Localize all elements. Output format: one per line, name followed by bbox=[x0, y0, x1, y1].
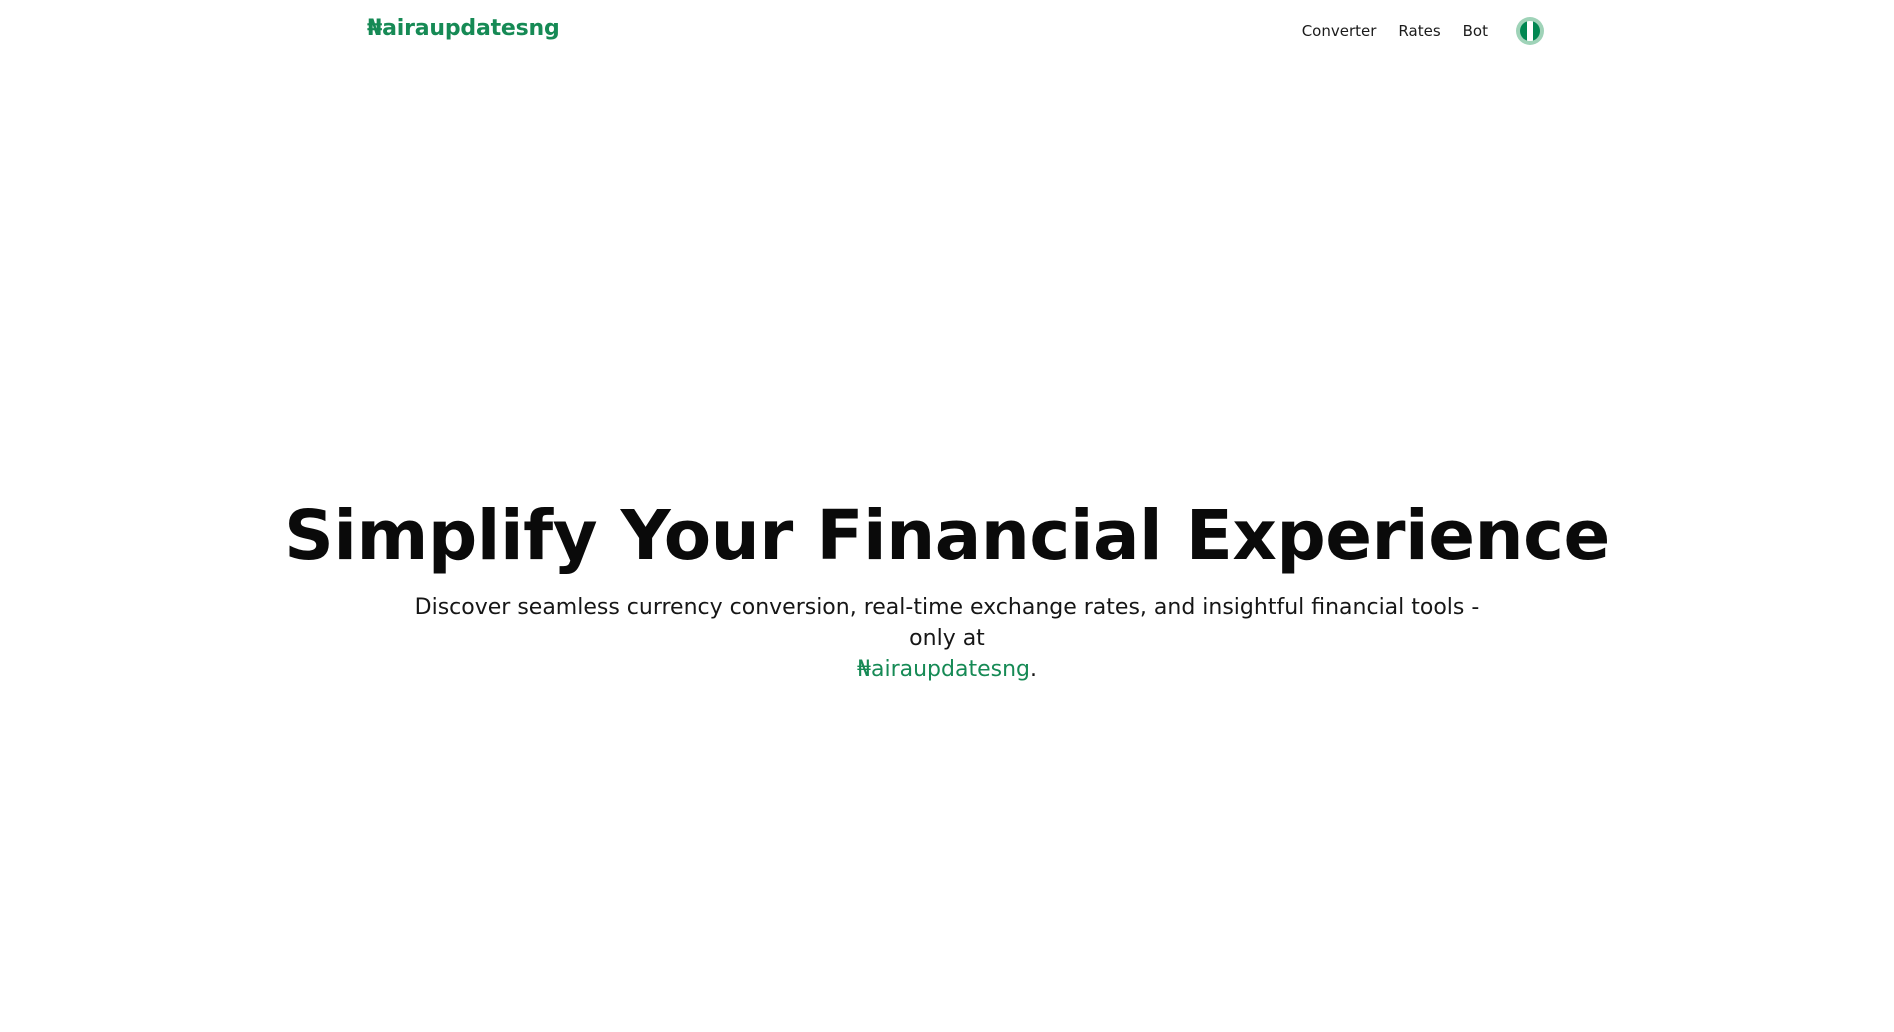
nav-link-rates[interactable]: Rates bbox=[1398, 22, 1440, 40]
hero-subtitle-text: Discover seamless currency conversion, r… bbox=[414, 595, 1480, 651]
hero-subtitle: Discover seamless currency conversion, r… bbox=[407, 592, 1487, 685]
brand-logo-link[interactable]: ₦airaupdatesng bbox=[367, 16, 560, 41]
nigeria-flag-icon[interactable] bbox=[1516, 17, 1544, 45]
nav-link-bot[interactable]: Bot bbox=[1463, 22, 1488, 40]
flag-stripe-right bbox=[1533, 21, 1540, 41]
main-nav: Converter Rates Bot bbox=[1302, 14, 1544, 48]
page: ₦airaupdatesng Converter Rates Bot Simpl… bbox=[0, 0, 1894, 1032]
flag-stripe-left bbox=[1520, 21, 1527, 41]
nav-link-converter[interactable]: Converter bbox=[1302, 22, 1377, 40]
hero-brand-name: ₦airaupdatesng bbox=[856, 657, 1030, 682]
flag-stripes bbox=[1520, 21, 1540, 41]
hero-title: Simplify Your Financial Experience bbox=[284, 496, 1610, 576]
flag-stripe-middle bbox=[1526, 21, 1534, 41]
navbar: ₦airaupdatesng Converter Rates Bot bbox=[0, 0, 1894, 62]
hero-subtitle-period: . bbox=[1030, 657, 1037, 682]
hero-section: Simplify Your Financial Experience Disco… bbox=[0, 490, 1894, 685]
